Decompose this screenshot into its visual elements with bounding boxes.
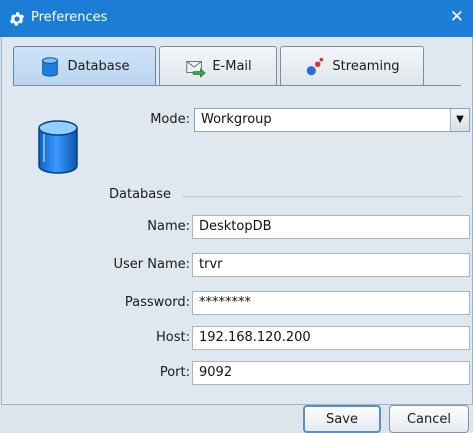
- database-icon: [38, 120, 78, 174]
- user-name-field[interactable]: trvr: [192, 253, 470, 277]
- name-field[interactable]: DesktopDB: [192, 215, 470, 239]
- mode-select-value: Workgroup: [201, 112, 272, 127]
- gear-icon: [9, 12, 25, 26]
- cancel-button[interactable]: Cancel: [389, 405, 469, 433]
- tab-database[interactable]: Database: [13, 46, 156, 86]
- close-icon[interactable]: ✕: [450, 7, 464, 27]
- title-bar: Preferences ✕: [0, 0, 473, 37]
- chevron-down-icon[interactable]: ▼: [450, 109, 469, 131]
- preferences-dialog: Database E-Mail Streaming Mode: Workgrou…: [1, 37, 473, 433]
- port-label: Port:: [159, 365, 190, 380]
- email-arrow-icon: [186, 60, 206, 78]
- mode-label: Mode:: [150, 112, 190, 127]
- port-field[interactable]: 9092: [192, 361, 470, 385]
- password-label: Password:: [124, 295, 190, 310]
- tab-strip: Database E-Mail Streaming: [2, 37, 472, 95]
- streaming-icon: [307, 57, 324, 75]
- section-database-heading: Database: [109, 187, 172, 202]
- tab-streaming[interactable]: Streaming: [280, 46, 424, 86]
- mode-select[interactable]: Workgroup ▼: [194, 108, 470, 132]
- database-icon: [42, 56, 59, 77]
- tab-email-label: E-Mail: [212, 59, 252, 74]
- tab-database-label: Database: [67, 59, 130, 74]
- name-label: Name:: [147, 219, 190, 234]
- tab-email[interactable]: E-Mail: [159, 46, 277, 86]
- tab-streaming-label: Streaming: [332, 59, 400, 74]
- user-name-label: User Name:: [113, 257, 191, 272]
- database-panel: Mode: Workgroup ▼ Database Name: Desktop…: [2, 95, 472, 433]
- save-button[interactable]: Save: [303, 405, 381, 433]
- section-divider: [183, 196, 461, 197]
- host-label: Host:: [156, 330, 190, 345]
- tab-divider: [13, 85, 461, 86]
- password-field[interactable]: ********: [192, 291, 470, 315]
- host-field[interactable]: 192.168.120.200: [192, 326, 470, 350]
- window-title: Preferences: [31, 10, 108, 25]
